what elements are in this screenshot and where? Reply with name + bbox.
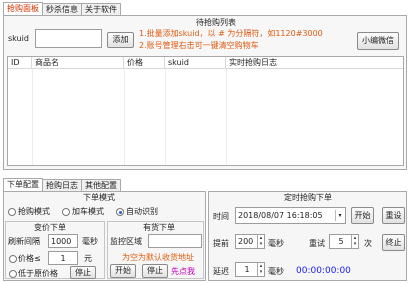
- column-divider: [124, 69, 125, 165]
- timed-order-panel: 定时抢购下单 时间 2018/08/07 16:18:05 ▾ 开始 重设 提前…: [208, 191, 407, 281]
- tab-flash-sale-info[interactable]: 秒杀信息: [42, 3, 82, 15]
- price-order-title: 变价下单: [34, 223, 66, 232]
- delay-input[interactable]: 1 ▴ ▾: [235, 262, 265, 277]
- list-title: 待抢购列表: [196, 18, 236, 27]
- stock-order-group: 有货下单 监控区域 为空为默认收货地址 开始 停止 先点我: [107, 221, 204, 279]
- retry-unit: 次: [364, 239, 372, 248]
- retry-spinner[interactable]: ▴ ▾: [351, 235, 358, 248]
- retry-input[interactable]: 5 ▴ ▾: [329, 234, 359, 249]
- price-stop-button[interactable]: 停止: [70, 266, 96, 279]
- radio-auto-detect[interactable]: [116, 208, 124, 216]
- stock-start-button[interactable]: 开始: [110, 264, 136, 278]
- price-order-group: 变价下单 刷新间隔 1000 毫秒 价格≤ 1 元 低于原价格 停止: [5, 221, 105, 279]
- skuid-input[interactable]: [35, 29, 102, 48]
- radio-below-original[interactable]: [9, 270, 17, 278]
- timed-start-button[interactable]: 开始: [351, 207, 374, 224]
- advance-label: 提前: [213, 239, 229, 248]
- refresh-interval-unit: 毫秒: [82, 237, 98, 246]
- retry-label: 重试: [309, 239, 325, 248]
- tab-purchase-panel[interactable]: 抢购面板: [3, 2, 43, 15]
- radio-cart-mode-label: 加车模式: [72, 207, 104, 216]
- advance-spinner[interactable]: ▴ ▾: [257, 235, 264, 248]
- monitor-area-label: 监控区域: [110, 237, 142, 246]
- tab-order-config[interactable]: 下单配置: [3, 178, 43, 191]
- terminate-button[interactable]: 终止: [382, 234, 405, 251]
- default-address-hint: 为空为默认收货地址: [122, 253, 194, 262]
- stock-stop-button[interactable]: 停止: [142, 264, 168, 278]
- delay-unit: 毫秒: [268, 267, 284, 276]
- purchase-list-table[interactable]: ID 商品名 价格 skuid 实时抢购日志: [7, 56, 404, 166]
- advance-unit: 毫秒: [268, 239, 284, 248]
- time-value: 2018/08/07 16:18:05: [238, 211, 323, 220]
- retry-value: 5: [338, 237, 344, 246]
- advance-input[interactable]: 200 ▴ ▾: [235, 234, 265, 249]
- top-tab-bar: 抢购面板 秒杀信息 关于软件: [3, 2, 121, 15]
- header-divider: [8, 68, 403, 69]
- tab-about-software[interactable]: 关于软件: [81, 3, 121, 15]
- column-divider: [226, 69, 227, 165]
- calendar-dropdown-icon[interactable]: ▾: [335, 210, 344, 221]
- delay-label: 延迟: [213, 267, 229, 276]
- bottom-tab-bar: 下单配置 抢购日志 其他配置: [3, 178, 121, 191]
- below-original-label: 低于原价格: [18, 269, 58, 278]
- monitor-area-input[interactable]: [148, 234, 202, 248]
- time-label: 时间: [213, 212, 229, 221]
- column-divider: [165, 69, 166, 165]
- price-limit-unit: 元: [84, 254, 92, 263]
- column-divider: [32, 69, 33, 165]
- stock-order-title: 有货下单: [143, 223, 175, 232]
- tab-purchase-log[interactable]: 抢购日志: [42, 179, 82, 191]
- radio-purchase-mode[interactable]: [8, 208, 16, 216]
- countdown-display: 00:00:00:00: [296, 266, 351, 276]
- timed-order-title: 定时抢购下单: [284, 193, 332, 202]
- skuid-label: skuid: [8, 34, 29, 43]
- hint-clear-cart: 2.账号管理右击可一键清空购物车: [139, 41, 259, 50]
- add-button[interactable]: 添加: [107, 32, 134, 48]
- click-me-first-link[interactable]: 先点我: [171, 267, 195, 277]
- reset-button[interactable]: 重设: [382, 207, 405, 224]
- advance-value: 200: [238, 237, 254, 246]
- delay-value: 1: [244, 265, 250, 274]
- hint-batch-add: 1.批量添加skuid，以 # 为分隔符，如1120#3000: [139, 29, 323, 38]
- purchase-panel: 待抢购列表 skuid 添加 1.批量添加skuid，以 # 为分隔符，如112…: [3, 15, 407, 170]
- wechat-button[interactable]: 小编微信: [357, 32, 399, 50]
- radio-price-limit[interactable]: [9, 255, 17, 263]
- order-mode-title: 下单模式: [83, 193, 115, 202]
- price-limit-input[interactable]: 1: [48, 251, 78, 265]
- radio-purchase-mode-label: 抢购模式: [18, 207, 50, 216]
- order-config-panel: 下单模式 抢购模式 加车模式 自动识别 变价下单 刷新间隔 1000 毫秒 价格…: [3, 191, 206, 281]
- time-input[interactable]: 2018/08/07 16:18:05 ▾: [235, 207, 346, 224]
- refresh-interval-input[interactable]: 1000: [48, 234, 78, 248]
- delay-spinner[interactable]: ▴ ▾: [257, 263, 264, 276]
- refresh-interval-label: 刷新间隔: [8, 237, 40, 246]
- price-limit-label: 价格≤: [18, 254, 41, 263]
- radio-auto-detect-label: 自动识别: [126, 207, 158, 216]
- radio-cart-mode[interactable]: [62, 208, 70, 216]
- tab-other-config[interactable]: 其他配置: [81, 179, 121, 191]
